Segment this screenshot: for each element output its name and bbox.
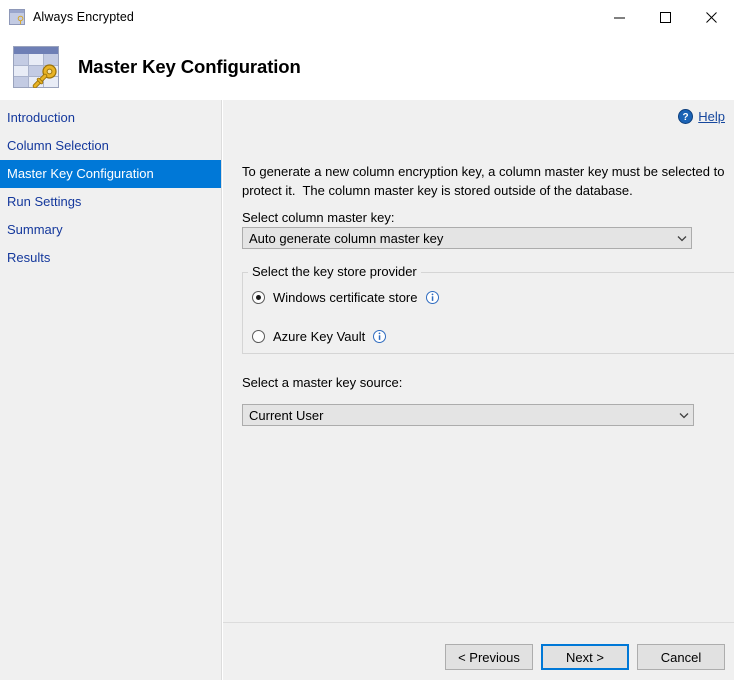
key-store-provider-legend: Select the key store provider (248, 264, 421, 280)
chevron-down-icon (673, 228, 691, 248)
sidebar-item-label: Master Key Configuration (7, 166, 154, 181)
sidebar-item-column-selection[interactable]: Column Selection (0, 132, 221, 160)
help-circle-icon: ? (678, 109, 694, 124)
radio-windows-certificate-store[interactable]: Windows certificate store (252, 290, 439, 305)
window-controls (596, 0, 734, 34)
wizard-step-sidebar: Introduction Column Selection Master Key… (0, 100, 222, 680)
table-key-icon: ⚲ (9, 9, 25, 26)
radio-azure-key-vault[interactable]: Azure Key Vault (252, 329, 387, 344)
info-circle-icon[interactable] (373, 330, 387, 343)
sidebar-item-master-key-configuration[interactable]: Master Key Configuration (0, 160, 221, 188)
master-key-source-dropdown[interactable]: Current User (242, 404, 694, 426)
info-circle-icon[interactable] (425, 291, 439, 304)
svg-text:?: ? (683, 112, 689, 123)
column-master-key-value: Auto generate column master key (249, 230, 444, 246)
maximize-icon[interactable] (642, 0, 688, 34)
window-title: Always Encrypted (33, 10, 134, 24)
sidebar-item-run-settings[interactable]: Run Settings (0, 188, 221, 216)
key-icon (32, 64, 57, 88)
column-master-key-dropdown[interactable]: Auto generate column master key (242, 227, 692, 249)
description-text: To generate a new column encryption key,… (242, 164, 729, 198)
next-button[interactable]: Next > (541, 644, 629, 670)
cancel-button-label: Cancel (660, 649, 702, 665)
master-key-source-value: Current User (249, 407, 324, 423)
main-content-panel: ? Help To generate a new column encrypti… (223, 100, 734, 622)
sidebar-item-label: Results (7, 250, 51, 265)
sidebar-item-label: Run Settings (7, 194, 82, 209)
sidebar-item-label: Summary (7, 222, 63, 237)
column-master-key-label: Select column master key: (242, 210, 395, 225)
help-link[interactable]: ? Help (678, 109, 725, 124)
next-button-label: Next > (566, 649, 604, 665)
sidebar-item-summary[interactable]: Summary (0, 216, 221, 244)
radio-label: Azure Key Vault (273, 329, 366, 344)
chevron-down-icon (675, 405, 693, 425)
title-bar: ⚲ Always Encrypted (0, 0, 734, 34)
previous-button-label: < Previous (458, 649, 520, 665)
sidebar-item-label: Column Selection (7, 138, 109, 153)
radio-indicator (252, 291, 265, 304)
sidebar-item-introduction[interactable]: Introduction (0, 104, 221, 132)
footer-bar: < Previous Next > Cancel (223, 623, 734, 680)
page-title: Master Key Configuration (78, 56, 301, 77)
sidebar-item-label: Introduction (7, 110, 75, 125)
key-store-provider-group: Select the key store provider Windows ce… (242, 264, 734, 354)
radio-indicator (252, 330, 265, 343)
close-icon[interactable] (688, 0, 734, 34)
table-key-icon (10, 44, 62, 90)
minimize-icon[interactable] (596, 0, 642, 34)
page-header: Master Key Configuration (0, 34, 734, 100)
previous-button[interactable]: < Previous (445, 644, 533, 670)
help-label: Help (698, 109, 725, 124)
sidebar-item-results[interactable]: Results (0, 244, 221, 272)
radio-label: Windows certificate store (273, 290, 418, 305)
cancel-button[interactable]: Cancel (637, 644, 725, 670)
master-key-source-label: Select a master key source: (242, 375, 403, 390)
